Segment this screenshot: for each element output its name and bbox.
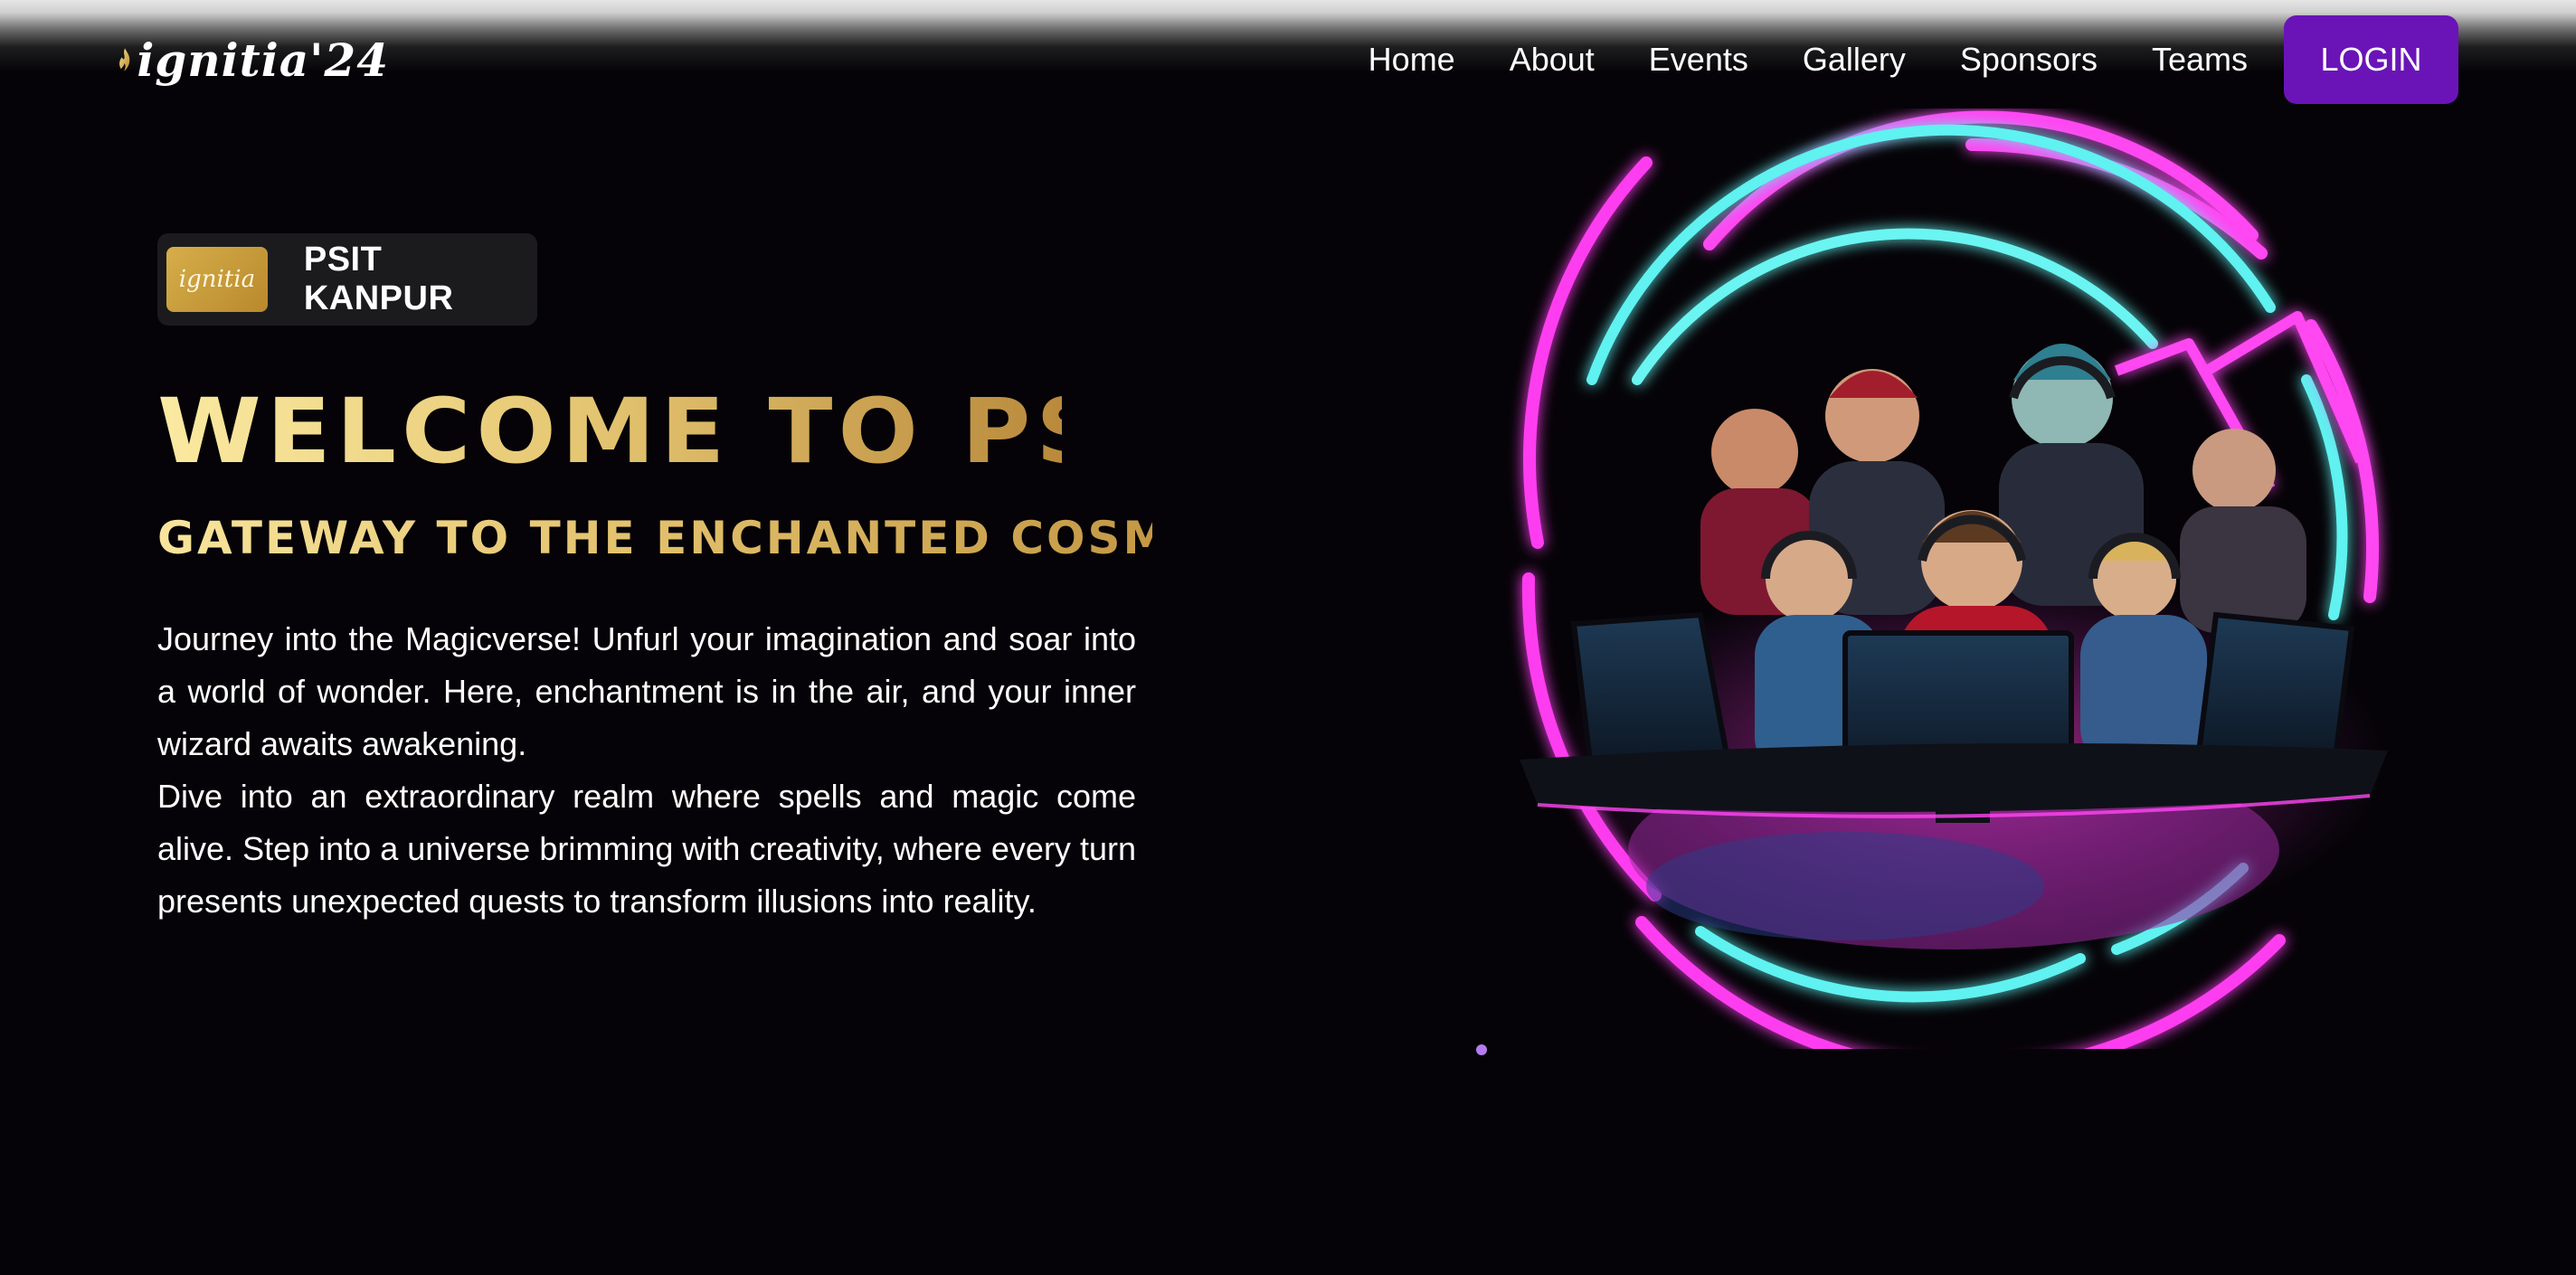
nav-home-link[interactable]: Home — [1368, 41, 1455, 79]
nav-events-link[interactable]: Events — [1649, 41, 1748, 79]
gamers-neon-ring-illustration — [1520, 110, 2388, 1049]
badge-label: PSIT KANPUR — [303, 241, 454, 317]
nav-sponsors-link[interactable]: Sponsors — [1960, 41, 2098, 79]
hero-paragraph-2: Dive into an extraordinary realm where s… — [157, 778, 1136, 920]
nav-gallery-link[interactable]: Gallery — [1803, 41, 1906, 79]
nav-about-link[interactable]: About — [1510, 41, 1595, 79]
hero-subtitle: GATEWAY TO THE ENCHANTED COSMOS! — [157, 506, 1268, 570]
hero-description: Journey into the Magicverse! Unfurl your… — [157, 613, 1136, 928]
nav-teams-link[interactable]: Teams — [2152, 41, 2248, 79]
page: ignitia'24 Home About Events Gallery Spo… — [0, 0, 2576, 1275]
login-button[interactable]: LOGIN — [2284, 15, 2458, 104]
logo-text: ignitia'24 — [137, 33, 389, 87]
main-nav: Home About Events Gallery Sponsors Teams… — [1314, 14, 2458, 105]
college-badge: ignitia PSIT KANPUR — [157, 233, 537, 326]
top-navbar: ignitia'24 Home About Events Gallery Spo… — [0, 0, 2576, 127]
hero-paragraph-1: Journey into the Magicverse! Unfurl your… — [157, 620, 1136, 762]
badge-logo: ignitia — [166, 247, 268, 312]
flame-icon — [119, 48, 130, 71]
site-logo[interactable]: ignitia'24 — [118, 14, 389, 105]
carousel-indicator-dot[interactable] — [1476, 1044, 1487, 1055]
hero-title: WELCOME TO PSIT — [157, 379, 1219, 484]
